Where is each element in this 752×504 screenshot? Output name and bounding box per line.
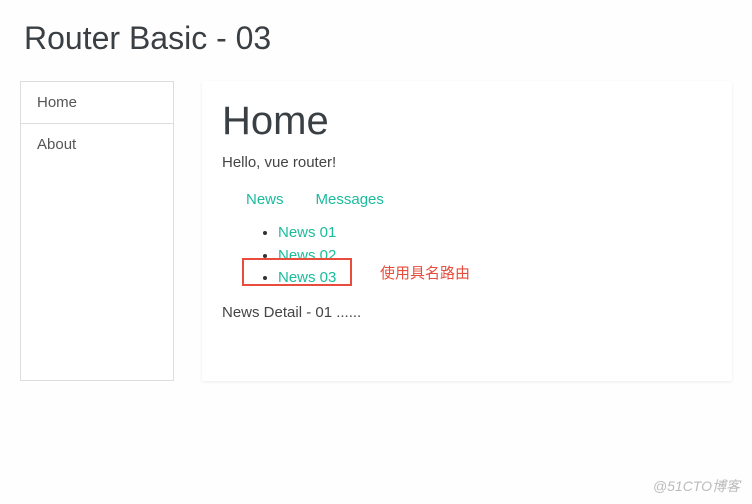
tabs: News Messages (222, 191, 708, 208)
page-title: Router Basic - 03 (24, 20, 732, 57)
list-item: News 02 (278, 245, 708, 268)
sidebar-item-home[interactable]: Home (21, 82, 173, 124)
sidebar-item-about[interactable]: About (21, 124, 173, 165)
annotation-text: 使用具名路由 (380, 262, 470, 283)
sidebar: Home About (20, 81, 174, 381)
news-link-03[interactable]: News 03 (278, 269, 336, 286)
main-panel: Home Hello, vue router! News Messages Ne… (202, 81, 732, 381)
news-link-01[interactable]: News 01 (278, 224, 336, 241)
news-detail: News Detail - 01 ...... (222, 304, 708, 321)
watermark: @51CTO博客 (653, 476, 740, 496)
news-link-02[interactable]: News 02 (278, 247, 336, 264)
greeting-text: Hello, vue router! (222, 154, 708, 171)
tab-news[interactable]: News (246, 191, 284, 208)
list-item: News 01 (278, 222, 708, 245)
app-root: Router Basic - 03 Home About Home Hello,… (0, 0, 752, 401)
layout: Home About Home Hello, vue router! News … (20, 81, 732, 381)
main-heading: Home (222, 99, 708, 144)
list-item: News 03 (278, 267, 708, 290)
tab-messages[interactable]: Messages (316, 191, 384, 208)
